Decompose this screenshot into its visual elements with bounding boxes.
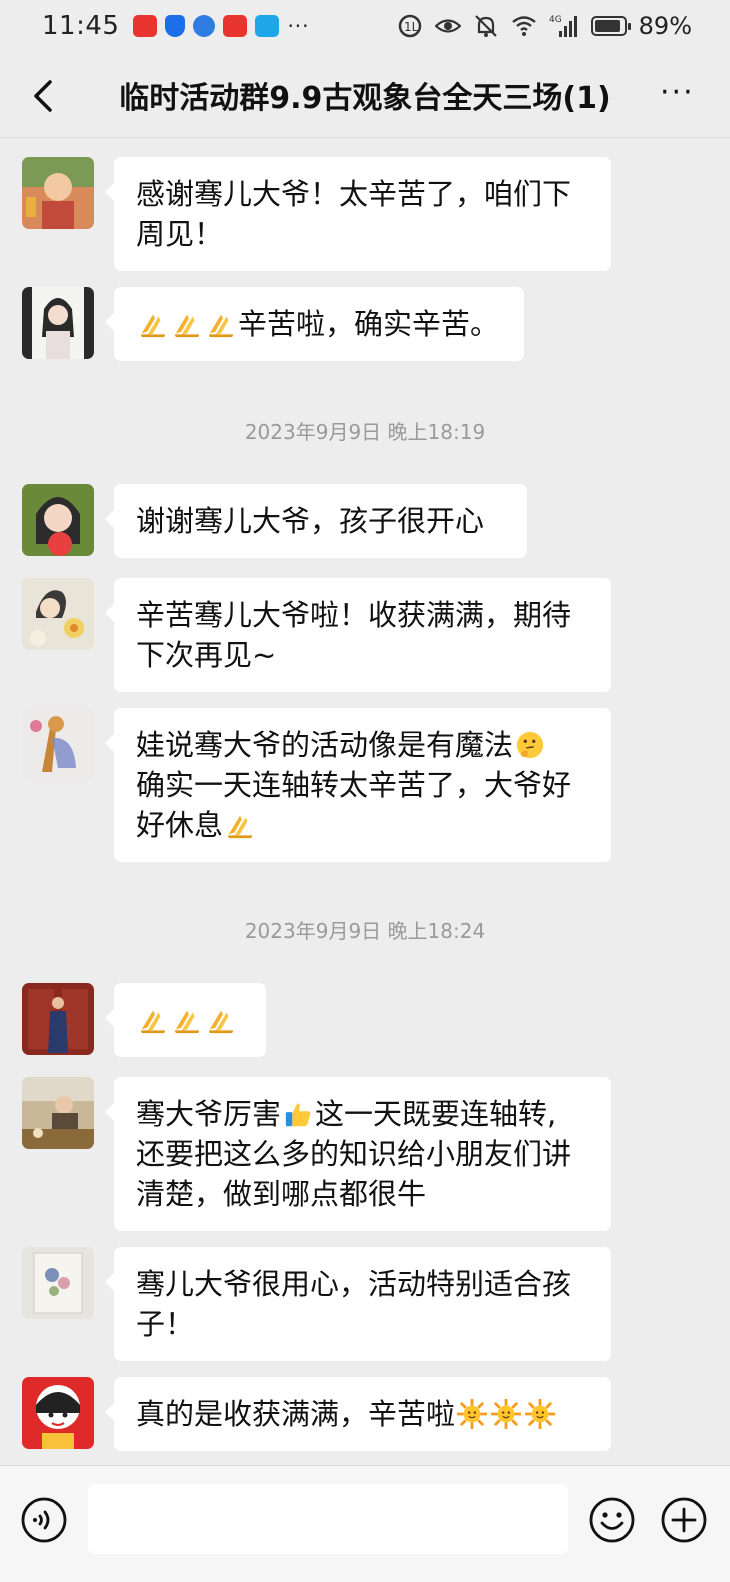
message-bubble[interactable]: 骞儿大爷很用心，活动特别适合孩 子！ [105,1247,611,1361]
battery-percent: 89% [638,12,692,40]
message-timestamp: 2023年9月9日 晚上18:24 [244,919,486,943]
sync-status-icon: 1L [398,14,421,38]
message-bubble[interactable]: 谢谢骞儿大爷，孩子很开心 [105,484,527,558]
message-row: 谢谢骞儿大爷，孩子很开心 [22,484,527,558]
shield-app-icon [165,15,186,37]
pray-emoji [138,1005,168,1035]
message-bubble[interactable]: 娃说骞大爷的活动像是有魔法 确实一天连轴转太辛苦了，大爷好 好休息 [105,708,611,862]
avatar[interactable] [22,484,94,556]
red-app-icon [223,15,248,37]
message-row: 骞儿大爷很用心，活动特别适合孩 子！ [22,1247,611,1361]
plus-icon[interactable] [660,1496,708,1544]
message-row: 真的是收获满满，辛苦啦 [22,1377,611,1451]
message-text: 周见！ [136,217,224,251]
notification-overflow-icon: ··· [287,14,310,38]
sun-emoji [457,1399,487,1429]
battery-icon [590,16,631,36]
message-bubble[interactable] [105,983,266,1057]
clock: 11:45 [42,11,120,41]
message-text: 子！ [136,1307,195,1341]
message-row: 骞大爷厉害 这一天既要连轴转, 还要把这么多的知识给小朋友们讲 清楚，做到哪点都很… [22,1077,611,1231]
message-row: 娃说骞大爷的活动像是有魔法 确实一天连轴转太辛苦了，大爷好 好休息 [22,708,611,862]
status-bar: 11:45 ··· 1L 4G 89% [0,0,730,52]
message-bubble[interactable]: 骞大爷厉害 这一天既要连轴转, 还要把这么多的知识给小朋友们讲 清楚，做到哪点都很… [105,1077,611,1231]
signal-icon: 4G [549,15,577,37]
message-row [22,983,266,1057]
emoji-icon[interactable] [588,1496,636,1544]
message-text: 骞儿大爷很用心，活动特别适合孩 [136,1267,572,1301]
message-text: 骞大爷厉害 [136,1097,282,1131]
message-text: 娃说骞大爷的活动像是有魔法 [136,728,514,762]
message-text: 这一天既要连轴转, [315,1097,557,1131]
thumbs-up-emoji [283,1099,313,1129]
pray-emoji [225,810,255,840]
pray-emoji [172,309,202,339]
avatar[interactable] [22,157,94,229]
message-text: 好休息 [136,808,224,842]
message-text: 还要把这么多的知识给小朋友们讲 [136,1137,572,1171]
chat-title: 临时活动群9.9古观象台全天三场(1) [119,80,611,116]
avatar[interactable] [22,1247,94,1319]
sun-emoji [525,1399,555,1429]
message-bubble[interactable]: 感谢骞儿大爷！太辛苦了，咱们下 周见！ [105,157,611,271]
message-text: 感谢骞儿大爷！太辛苦了，咱们下 [136,177,572,211]
eye-icon [434,19,461,33]
pray-emoji [206,1005,236,1035]
avatar[interactable] [22,708,94,780]
avatar[interactable] [22,578,94,650]
message-row: 辛苦骞儿大爷啦！收获满满，期待 下次再见~ [22,578,611,692]
message-text: 清楚，做到哪点都很牛 [136,1177,427,1211]
message-input[interactable] [88,1484,568,1554]
message-timestamp: 2023年9月9日 晚上18:19 [244,420,486,444]
message-row: 感谢骞儿大爷！太辛苦了，咱们下 周见！ [22,157,611,271]
wifi-icon [511,16,536,36]
chat-input-bar [0,1465,730,1582]
avatar[interactable] [22,983,94,1055]
voice-icon[interactable] [20,1496,68,1544]
chat-header: 临时活动群9.9古观象台全天三场(1) ··· [0,52,730,138]
message-bubble[interactable]: 辛苦骞儿大爷啦！收获满满，期待 下次再见~ [105,578,611,692]
message-text: 下次再见~ [136,638,277,672]
pray-emoji [138,309,168,339]
red-app-icon [133,15,158,37]
svg-text:4G: 4G [549,15,562,25]
svg-text:1L: 1L [404,20,419,34]
search-app-icon [255,15,280,37]
thinking-emoji [515,730,545,760]
message-text: 辛苦啦，确实辛苦。 [238,307,500,341]
message-text: 辛苦骞儿大爷啦！收获满满，期待 [136,598,572,632]
message-bubble[interactable]: 真的是收获满满，辛苦啦 [105,1377,611,1451]
avatar[interactable] [22,1377,94,1449]
more-dots-icon[interactable]: ··· [660,78,700,114]
pray-emoji [172,1005,202,1035]
message-text: 真的是收获满满，辛苦啦 [136,1397,456,1431]
message-text: 确实一天连轴转太辛苦了，大爷好 [136,768,572,802]
mute-bell-icon [474,15,497,37]
pray-emoji [206,309,236,339]
message-text: 谢谢骞儿大爷，孩子很开心 [136,504,485,538]
battery-level [594,20,620,32]
globe-app-icon [193,15,216,37]
message-row: 辛苦啦，确实辛苦。 [22,287,524,361]
sun-emoji [491,1399,521,1429]
message-bubble[interactable]: 辛苦啦，确实辛苦。 [105,287,524,361]
avatar[interactable] [22,1077,94,1149]
avatar[interactable] [22,287,94,359]
chevron-left-icon[interactable] [24,74,64,118]
